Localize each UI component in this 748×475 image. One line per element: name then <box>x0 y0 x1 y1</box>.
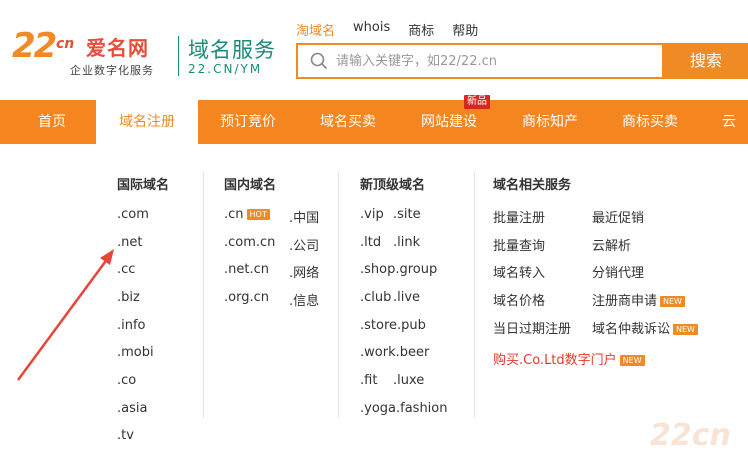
domain-link[interactable]: .link <box>393 235 420 250</box>
service-subtitle: 22.CN/YM <box>188 62 263 76</box>
logo-number: 22 <box>12 26 57 66</box>
domain-dropdown-panel <box>0 144 748 475</box>
nav-domain-trade[interactable]: 域名买卖 <box>298 100 398 144</box>
service-co-ltd-portal[interactable]: 购买.Co.Ltd数字门户 NEW <box>493 349 645 368</box>
logo-cn: cn <box>56 36 75 52</box>
domain-mobi[interactable]: .mobi <box>117 345 154 360</box>
logo-brand: 爱名网 <box>86 36 149 60</box>
service-title: 域名服务 <box>188 38 276 62</box>
new-tag: NEW <box>619 355 645 366</box>
domain-cn-label: .cn <box>224 207 244 222</box>
domain-cc[interactable]: .cc <box>117 262 135 277</box>
column-divider <box>474 172 475 418</box>
domain-yoga-fashion[interactable]: .yoga.fashion <box>360 401 448 416</box>
registrar-apply-label: 注册商申请 <box>592 294 658 309</box>
domain-ltd[interactable]: .ltd <box>360 235 381 250</box>
search-tab-help[interactable]: 帮助 <box>452 20 478 39</box>
domain-vip[interactable]: .vip <box>360 207 384 222</box>
domain-net-cn[interactable]: .net.cn <box>224 262 269 277</box>
column-divider <box>203 172 204 418</box>
search-icon <box>310 52 328 70</box>
search-tab-whois[interactable]: whois <box>353 20 390 39</box>
site-header: 22 cn 爱名网 企业数字化服务 域名服务 22.CN/YM 淘域名 whoi… <box>0 0 748 100</box>
nav-cloud[interactable]: 云 <box>722 100 748 144</box>
domain-com-cn[interactable]: .com.cn <box>224 235 275 250</box>
hot-tag: HOT <box>246 209 270 220</box>
domain-luxe[interactable]: .luxe <box>393 373 424 388</box>
new-tag: NEW <box>673 324 698 335</box>
domain-site[interactable]: .site <box>393 207 421 222</box>
service-arbitration[interactable]: 域名仲裁诉讼 NEW <box>592 318 698 337</box>
service-bulk-register[interactable]: 批量注册 <box>493 207 545 226</box>
watermark-logo: 22cn <box>650 418 731 453</box>
new-tld-title: 新顶级域名 <box>360 178 426 193</box>
service-bulk-query[interactable]: 批量查询 <box>493 235 545 254</box>
domain-shop-group[interactable]: .shop.group <box>360 262 437 277</box>
domain-wangluo[interactable]: .网络 <box>289 262 319 281</box>
service-cloud-dns[interactable]: 云解析 <box>592 235 631 254</box>
new-tag: NEW <box>660 296 685 307</box>
domain-cn[interactable]: .cn HOT <box>224 207 270 222</box>
main-nav: 首页 域名注册 预订竞价 域名买卖 网站建设 商标知产 商标买卖 云 <box>0 100 748 144</box>
search-tab-trademark[interactable]: 商标 <box>408 20 434 39</box>
nav-trademark-ip[interactable]: 商标知产 <box>500 100 600 144</box>
search-tab-domain[interactable]: 淘域名 <box>296 20 335 39</box>
search-tabs: 淘域名 whois 商标 帮助 <box>296 20 496 39</box>
nav-home[interactable]: 首页 <box>0 100 104 144</box>
search-input[interactable] <box>336 49 656 73</box>
nav-domain-register[interactable]: 域名注册 <box>96 100 198 144</box>
domain-store-pub[interactable]: .store.pub <box>360 318 426 333</box>
service-domain-price[interactable]: 域名价格 <box>493 290 545 309</box>
nav-preorder[interactable]: 预订竞价 <box>198 100 298 144</box>
search-button[interactable]: 搜索 <box>664 43 748 79</box>
domestic-domain-title: 国内域名 <box>224 178 277 193</box>
domain-club[interactable]: .club <box>360 290 391 305</box>
site-logo[interactable]: 22 cn 爱名网 企业数字化服务 <box>10 22 170 78</box>
domain-biz[interactable]: .biz <box>117 290 140 305</box>
service-promotions[interactable]: 最近促销 <box>592 207 644 226</box>
domain-fit[interactable]: .fit <box>360 373 377 388</box>
new-product-badge: 新品 <box>464 95 490 109</box>
domain-work-beer[interactable]: .work.beer <box>360 345 429 360</box>
domain-services-title: 域名相关服务 <box>493 178 572 193</box>
domain-gongsi[interactable]: .公司 <box>289 235 319 254</box>
domain-co[interactable]: .co <box>117 373 136 388</box>
service-reseller[interactable]: 分销代理 <box>592 262 644 281</box>
domain-org-cn[interactable]: .org.cn <box>224 290 269 305</box>
logo-tagline: 企业数字化服务 <box>70 64 154 77</box>
service-transfer-in[interactable]: 域名转入 <box>493 262 545 281</box>
domain-live[interactable]: .live <box>393 290 420 305</box>
co-ltd-portal-label: 购买.Co.Ltd数字门户 <box>493 353 617 368</box>
search-box <box>296 43 664 79</box>
domain-com[interactable]: .com <box>117 207 149 222</box>
intl-domain-title: 国际域名 <box>117 178 170 193</box>
domain-asia[interactable]: .asia <box>117 401 147 416</box>
domain-info[interactable]: .info <box>117 318 146 333</box>
nav-trademark-trade[interactable]: 商标买卖 <box>600 100 700 144</box>
domain-xinxi[interactable]: .信息 <box>289 290 319 309</box>
column-divider <box>338 172 339 418</box>
domain-zhongguo[interactable]: .中国 <box>289 207 319 226</box>
domain-tv[interactable]: .tv <box>117 428 134 443</box>
arbitration-label: 域名仲裁诉讼 <box>592 322 671 337</box>
service-expired-register[interactable]: 当日过期注册 <box>493 318 571 337</box>
service-registrar-apply[interactable]: 注册商申请 NEW <box>592 290 685 309</box>
domain-net[interactable]: .net <box>117 235 142 250</box>
logo-divider <box>178 36 179 76</box>
